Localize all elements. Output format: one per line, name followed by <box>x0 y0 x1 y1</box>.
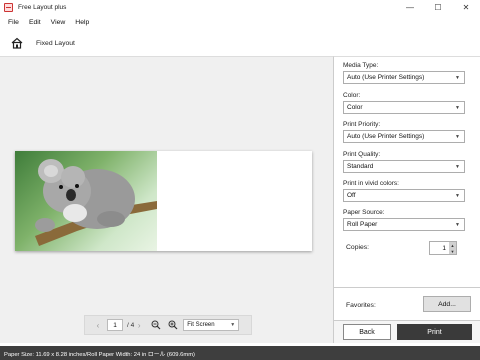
vivid-colors-select[interactable]: Off ▼ <box>343 189 465 202</box>
media-type-field: Media Type: Auto (Use Printer Settings) … <box>343 61 468 84</box>
print-preview: ‹ 1 / 4 › Fit Screen ▼ <box>0 56 333 343</box>
menu-edit[interactable]: Edit <box>24 19 46 26</box>
chevron-left-icon[interactable]: ‹ <box>93 321 103 330</box>
status-text: Paper Size: 11.69 x 8.28 inches/Roll Pap… <box>4 351 195 358</box>
menu-help[interactable]: Help <box>70 19 94 26</box>
maximize-button[interactable]: ☐ <box>424 0 452 15</box>
print-priority-value: Auto (Use Printer Settings) <box>347 133 425 140</box>
menu-bar: File Edit View Help <box>0 15 480 30</box>
print-button[interactable]: Print <box>397 324 472 340</box>
home-icon[interactable] <box>10 36 24 50</box>
toolbar: Fixed Layout <box>0 32 480 54</box>
window-controls: — ☐ ✕ <box>396 0 480 15</box>
copies-label: Copies: <box>346 244 370 251</box>
copies-stepper[interactable]: 1 ▲ ▼ <box>429 241 457 255</box>
chevron-right-icon[interactable]: › <box>134 321 144 330</box>
chevron-down-icon: ▼ <box>230 322 236 328</box>
minimize-button[interactable]: — <box>396 0 424 15</box>
app-icon <box>4 3 13 12</box>
chevron-down-icon: ▼ <box>455 75 460 81</box>
print-priority-select[interactable]: Auto (Use Printer Settings) ▼ <box>343 130 465 143</box>
paper-preview <box>15 151 312 251</box>
chevron-down-icon: ▼ <box>455 164 460 170</box>
print-quality-field: Print Quality: Standard ▼ <box>343 150 468 173</box>
zoom-select[interactable]: Fit Screen ▼ <box>183 319 240 331</box>
paper-source-field: Paper Source: Roll Paper ▼ <box>343 208 468 231</box>
print-priority-field: Print Priority: Auto (Use Printer Settin… <box>343 120 468 143</box>
window-title: Free Layout plus <box>18 4 67 11</box>
action-bar: Back Print <box>333 320 480 343</box>
add-favorite-button[interactable]: Add... <box>423 296 471 312</box>
status-bar: Paper Size: 11.69 x 8.28 inches/Roll Pap… <box>0 346 480 360</box>
color-value: Color <box>347 104 363 111</box>
media-type-select[interactable]: Auto (Use Printer Settings) ▼ <box>343 71 465 84</box>
color-label: Color: <box>343 92 361 99</box>
media-type-label: Media Type: <box>343 62 379 69</box>
chevron-down-icon[interactable]: ▼ <box>449 248 456 254</box>
menu-view[interactable]: View <box>46 19 71 26</box>
favorites-label: Favorites: <box>346 302 376 309</box>
menu-file[interactable]: File <box>3 19 24 26</box>
color-field: Color: Color ▼ <box>343 91 468 114</box>
vivid-colors-label: Print in vivid colors: <box>343 180 399 187</box>
chevron-down-icon: ▼ <box>455 134 460 140</box>
zoom-value: Fit Screen <box>187 322 215 328</box>
paper-source-select[interactable]: Roll Paper ▼ <box>343 218 465 231</box>
zoom-out-icon[interactable] <box>150 320 161 331</box>
close-button[interactable]: ✕ <box>452 0 480 15</box>
media-type-value: Auto (Use Printer Settings) <box>347 74 425 81</box>
koala-photo[interactable] <box>15 151 157 251</box>
print-quality-value: Standard <box>347 163 374 170</box>
print-priority-label: Print Priority: <box>343 121 381 128</box>
layout-mode-label: Fixed Layout <box>36 39 75 47</box>
color-select[interactable]: Color ▼ <box>343 101 465 114</box>
vivid-colors-value: Off <box>347 192 356 199</box>
print-quality-select[interactable]: Standard ▼ <box>343 160 465 173</box>
print-quality-label: Print Quality: <box>343 151 381 158</box>
page-number-input[interactable]: 1 <box>107 319 123 331</box>
vivid-colors-field: Print in vivid colors: Off ▼ <box>343 179 468 202</box>
back-button[interactable]: Back <box>343 324 391 340</box>
settings-panel: Media Type: Auto (Use Printer Settings) … <box>333 56 480 343</box>
paper-source-value: Roll Paper <box>347 221 378 228</box>
page-navigator: ‹ 1 / 4 › Fit Screen ▼ <box>84 315 252 335</box>
chevron-down-icon: ▼ <box>455 222 460 228</box>
chevron-down-icon: ▼ <box>455 105 460 111</box>
chevron-down-icon: ▼ <box>455 193 460 199</box>
page-total: / 4 <box>127 321 135 329</box>
zoom-in-icon[interactable] <box>167 320 178 331</box>
copies-spinner: ▲ ▼ <box>449 242 456 254</box>
copies-value[interactable]: 1 <box>430 245 449 252</box>
paper-source-label: Paper Source: <box>343 209 385 216</box>
divider <box>334 287 480 288</box>
title-bar: Free Layout plus — ☐ ✕ <box>0 0 480 15</box>
